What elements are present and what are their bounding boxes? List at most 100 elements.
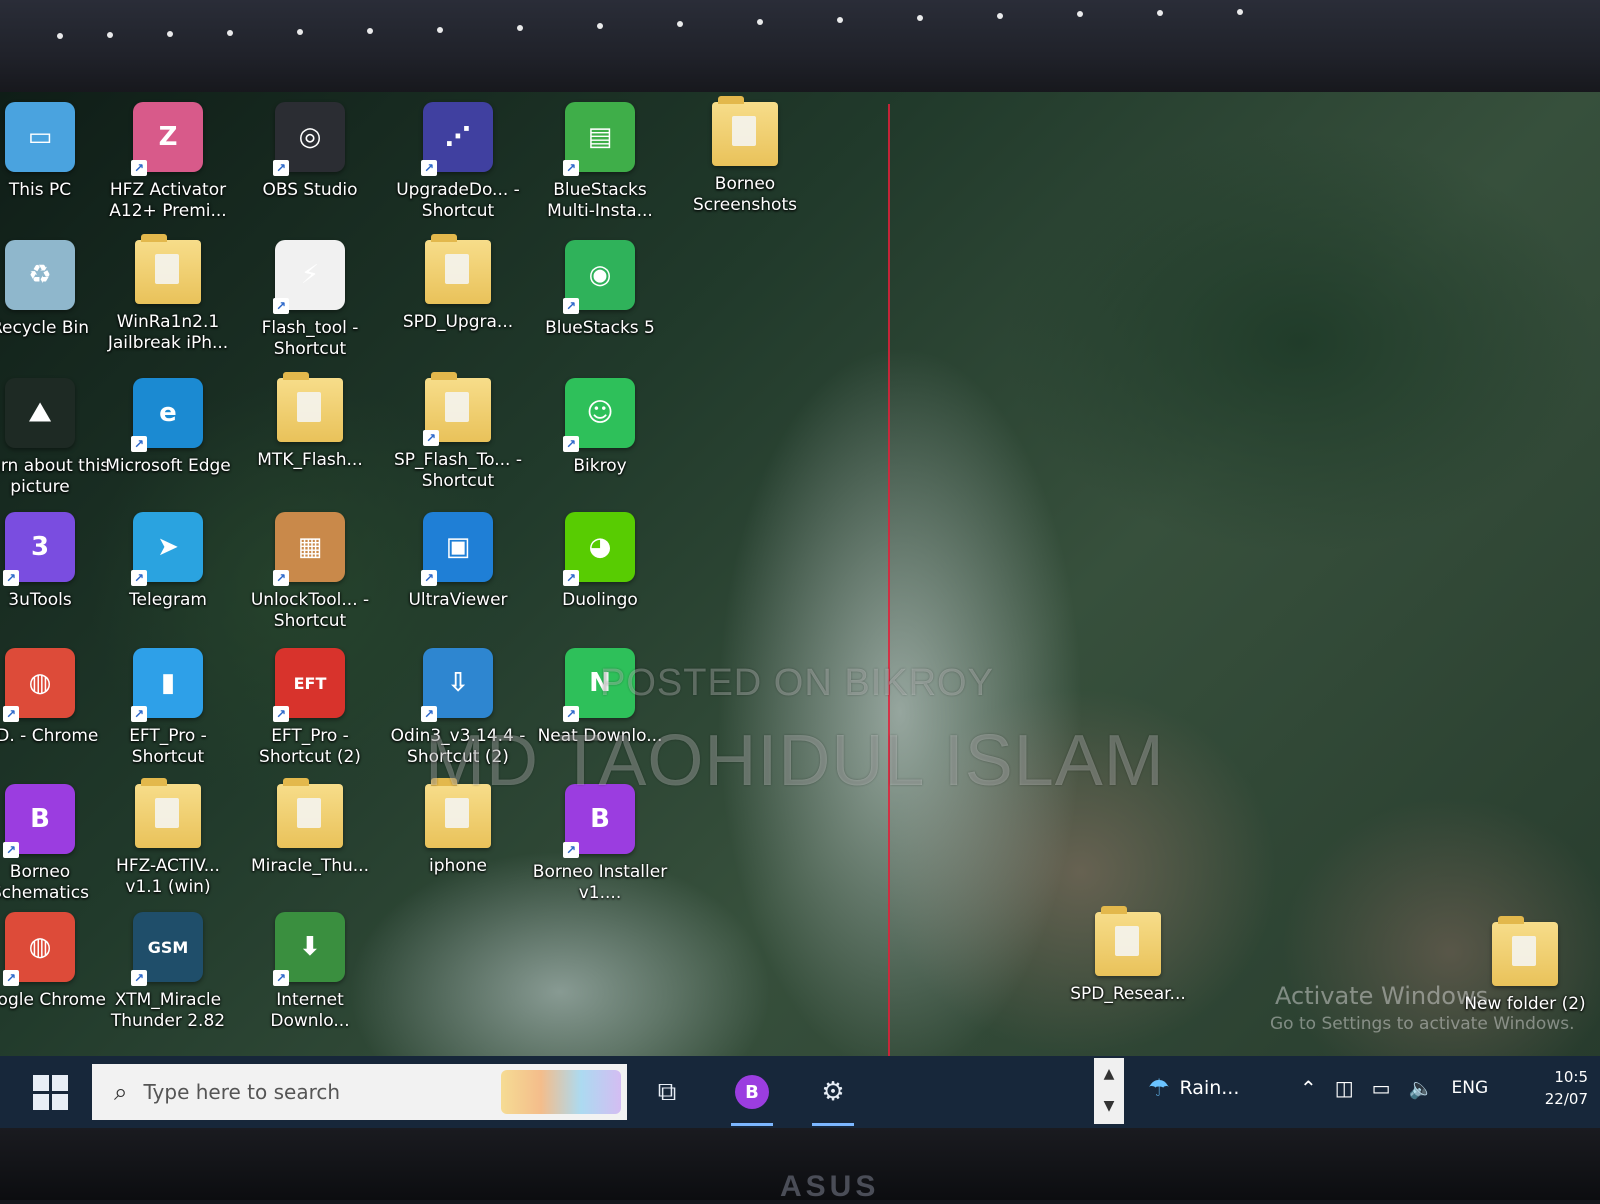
desktop-icon[interactable]: GSM ↗ XTM_Miracle Thunder 2.82 bbox=[98, 912, 238, 1032]
this-pc-icon: ▭ bbox=[5, 102, 75, 172]
clock-date: 22/07 bbox=[1544, 1090, 1588, 1108]
desktop-icon-label: Duolingo bbox=[562, 590, 638, 610]
desktop-icon-label: Google Chrome bbox=[0, 990, 107, 1010]
xtm-miracle-icon: GSM ↗ bbox=[131, 912, 203, 986]
task-view-button[interactable]: ⧉ bbox=[640, 1066, 694, 1118]
desktop-icon-label: SP_Flash_To... - Shortcut bbox=[394, 450, 522, 491]
chevron-up-tray-icon[interactable]: ⌃ bbox=[1300, 1076, 1317, 1100]
shortcut-arrow-icon: ↗ bbox=[3, 842, 19, 858]
language-indicator[interactable]: ENG bbox=[1451, 1078, 1488, 1098]
desktop-icon[interactable]: Miracle_Thu... bbox=[240, 778, 380, 877]
folder-icon: ↗ bbox=[423, 372, 491, 446]
desktop-icon[interactable]: ◎ ↗ OBS Studio bbox=[240, 102, 380, 201]
internet-download-manager-icon: ⬇ ↗ bbox=[273, 912, 345, 986]
desktop-icon-label: This PC bbox=[8, 180, 72, 200]
desktop-icon[interactable]: 3 ↗ 3uTools bbox=[0, 512, 110, 611]
desktop-icon[interactable]: MTK_Flash... bbox=[240, 372, 380, 471]
search-placeholder: Type here to search bbox=[143, 1080, 341, 1104]
watermark-owner: MD TAOHIDUL ISLAM bbox=[425, 721, 1165, 801]
desktop-icon-label: EFT_Pro - Shortcut (2) bbox=[259, 726, 361, 767]
desktop-icon[interactable]: ◍↗ MD. - Chrome bbox=[0, 648, 110, 747]
desktop-icon[interactable]: ▤ ↗ BlueStacks Multi-Insta... bbox=[530, 102, 670, 222]
desktop-icon[interactable]: ⬇ ↗ Internet Downlo... bbox=[240, 912, 380, 1032]
desktop-icon-label: HFZ-ACTIV... v1.1 (win) bbox=[116, 856, 220, 897]
folder-icon bbox=[425, 234, 491, 304]
desktop-icon-label: Internet Downlo... bbox=[270, 990, 350, 1031]
desktop-icon[interactable]: EFT ↗ EFT_Pro - Shortcut (2) bbox=[240, 648, 380, 768]
shortcut-arrow-icon: ↗ bbox=[273, 160, 289, 176]
desktop-icon[interactable]: B ↗ Borneo Schematics bbox=[0, 784, 110, 904]
desktop-icon[interactable]: ▣ ↗ UltraViewer bbox=[388, 512, 528, 611]
desktop-icon[interactable]: ◍↗ Google Chrome bbox=[0, 912, 110, 1011]
activate-windows-title: Activate Windows bbox=[1275, 982, 1489, 1010]
desktop-icon[interactable]: ⚡ ↗ Flash_tool - Shortcut bbox=[240, 240, 380, 360]
upgrade-download-icon: ⋰ ↗ bbox=[421, 102, 493, 176]
shortcut-arrow-icon: ↗ bbox=[131, 436, 147, 452]
search-icon: ⌕ bbox=[114, 1078, 128, 1106]
desktop-icon[interactable]: ◕ ↗ Duolingo bbox=[530, 512, 670, 611]
ultraviewer-icon: ▣ ↗ bbox=[421, 512, 493, 586]
desktop-icon[interactable]: ☺ ↗ Bikroy bbox=[530, 378, 670, 477]
windows-logo-icon bbox=[32, 1074, 49, 1091]
desktop-icon-label: Miracle_Thu... bbox=[251, 856, 369, 876]
desktop-icon[interactable]: ➤ ↗ Telegram bbox=[98, 512, 238, 611]
desktop-icon[interactable]: ⛰ Learn about this picture bbox=[0, 378, 110, 498]
folder-icon bbox=[1095, 906, 1161, 976]
desktop-icon[interactable]: ♻ Recycle Bin bbox=[0, 240, 110, 339]
folder-icon bbox=[712, 96, 778, 166]
desktop-screen: ▭ This PC Z ↗ HFZ Activator A12+ Premi... ◎ ↗ O… bbox=[0, 92, 1600, 1128]
desktop-icon[interactable]: HFZ-ACTIV... v1.1 (win) bbox=[98, 778, 238, 898]
folder-icon bbox=[277, 778, 343, 848]
desktop-icon[interactable]: ▦ ↗ UnlockTool... - Shortcut bbox=[240, 512, 380, 632]
desktop-icon[interactable]: WinRa1n2.1 Jailbreak iPh... bbox=[98, 234, 238, 354]
desktop-icon[interactable]: ▭ This PC bbox=[0, 102, 110, 201]
desktop-icon[interactable]: e ↗ Microsoft Edge bbox=[98, 378, 238, 477]
desktop-icon-label: Flash_tool - Shortcut bbox=[261, 318, 359, 359]
shortcut-arrow-icon: ↗ bbox=[563, 436, 579, 452]
desktop-icon[interactable]: ◉ ↗ BlueStacks 5 bbox=[530, 240, 670, 339]
desktop-icon[interactable]: Borneo Screenshots bbox=[675, 96, 815, 216]
system-tray: ⌃ ◫ ▭ 🔈 ENG bbox=[1300, 1076, 1506, 1100]
desktop-icon-label: Bikroy bbox=[573, 456, 627, 476]
device-icon[interactable]: ◫ bbox=[1335, 1076, 1354, 1100]
chevron-down-icon[interactable]: ▼ bbox=[1094, 1090, 1124, 1122]
desktop-icon-label: SPD_Upgra... bbox=[402, 312, 514, 332]
desktop-icon[interactable]: SPD_Upgra... bbox=[388, 234, 528, 333]
borneo-schematics-icon: B ↗ bbox=[3, 784, 75, 858]
clock[interactable]: 10:5 22/07 bbox=[1518, 1066, 1588, 1110]
desktop-icon[interactable]: ▮ ↗ EFT_Pro - Shortcut bbox=[98, 648, 238, 768]
shortcut-arrow-icon: ↗ bbox=[273, 970, 289, 986]
learn-about-picture-icon: ⛰ bbox=[5, 378, 75, 448]
start-button[interactable] bbox=[30, 1072, 70, 1112]
shortcut-arrow-icon: ↗ bbox=[563, 570, 579, 586]
desktop-icon[interactable]: SPD_Resear... bbox=[1058, 906, 1198, 1005]
shortcut-arrow-icon: ↗ bbox=[421, 570, 437, 586]
desktop-icon-label: SPD_Resear... bbox=[1070, 984, 1186, 1004]
weather-widget[interactable]: ☂ Rain... bbox=[1148, 1074, 1239, 1102]
shortcut-arrow-icon: ↗ bbox=[563, 298, 579, 314]
shortcut-arrow-icon: ↗ bbox=[3, 706, 19, 722]
taskbar-app-settings[interactable]: ⚙ bbox=[806, 1066, 860, 1126]
taskbar-search-box[interactable]: ⌕ Type here to search bbox=[92, 1064, 627, 1120]
recycle-bin-icon: ♻ bbox=[5, 240, 75, 310]
desktop-icon[interactable]: ↗ SP_Flash_To... - Shortcut bbox=[388, 372, 528, 492]
telegram-icon: ➤ ↗ bbox=[131, 512, 203, 586]
watermark-posted-on: POSTED ON BIKROY bbox=[600, 662, 994, 704]
desktop-icon[interactable]: ⋰ ↗ UpgradeDo... - Shortcut bbox=[388, 102, 528, 222]
desktop-icon[interactable]: B ↗ Borneo Installer v1.... bbox=[530, 784, 670, 904]
desktop-icon-label: UpgradeDo... - Shortcut bbox=[396, 180, 520, 221]
chevron-up-icon[interactable]: ▲ bbox=[1094, 1058, 1124, 1090]
desktop-icon[interactable]: Z ↗ HFZ Activator A12+ Premi... bbox=[98, 102, 238, 222]
taskbar-scroll-arrows[interactable]: ▲ ▼ bbox=[1094, 1058, 1124, 1124]
volume-icon[interactable]: 🔈 bbox=[1409, 1076, 1434, 1100]
taskbar-app-borneo[interactable]: B bbox=[725, 1066, 779, 1126]
desktop-icon-label: Learn about this picture bbox=[0, 456, 110, 497]
desktop-icon-label: EFT_Pro - Shortcut bbox=[129, 726, 207, 767]
shortcut-arrow-icon: ↗ bbox=[3, 970, 19, 986]
network-icon[interactable]: ▭ bbox=[1372, 1076, 1391, 1100]
task-view-icon: ⧉ bbox=[657, 1076, 677, 1107]
shortcut-arrow-icon: ↗ bbox=[3, 570, 19, 586]
desktop-icon-label: UltraViewer bbox=[408, 590, 508, 610]
desktop-icon-label: UnlockTool... - Shortcut bbox=[250, 590, 370, 631]
rain-cloud-icon: ☂ bbox=[1148, 1074, 1170, 1102]
